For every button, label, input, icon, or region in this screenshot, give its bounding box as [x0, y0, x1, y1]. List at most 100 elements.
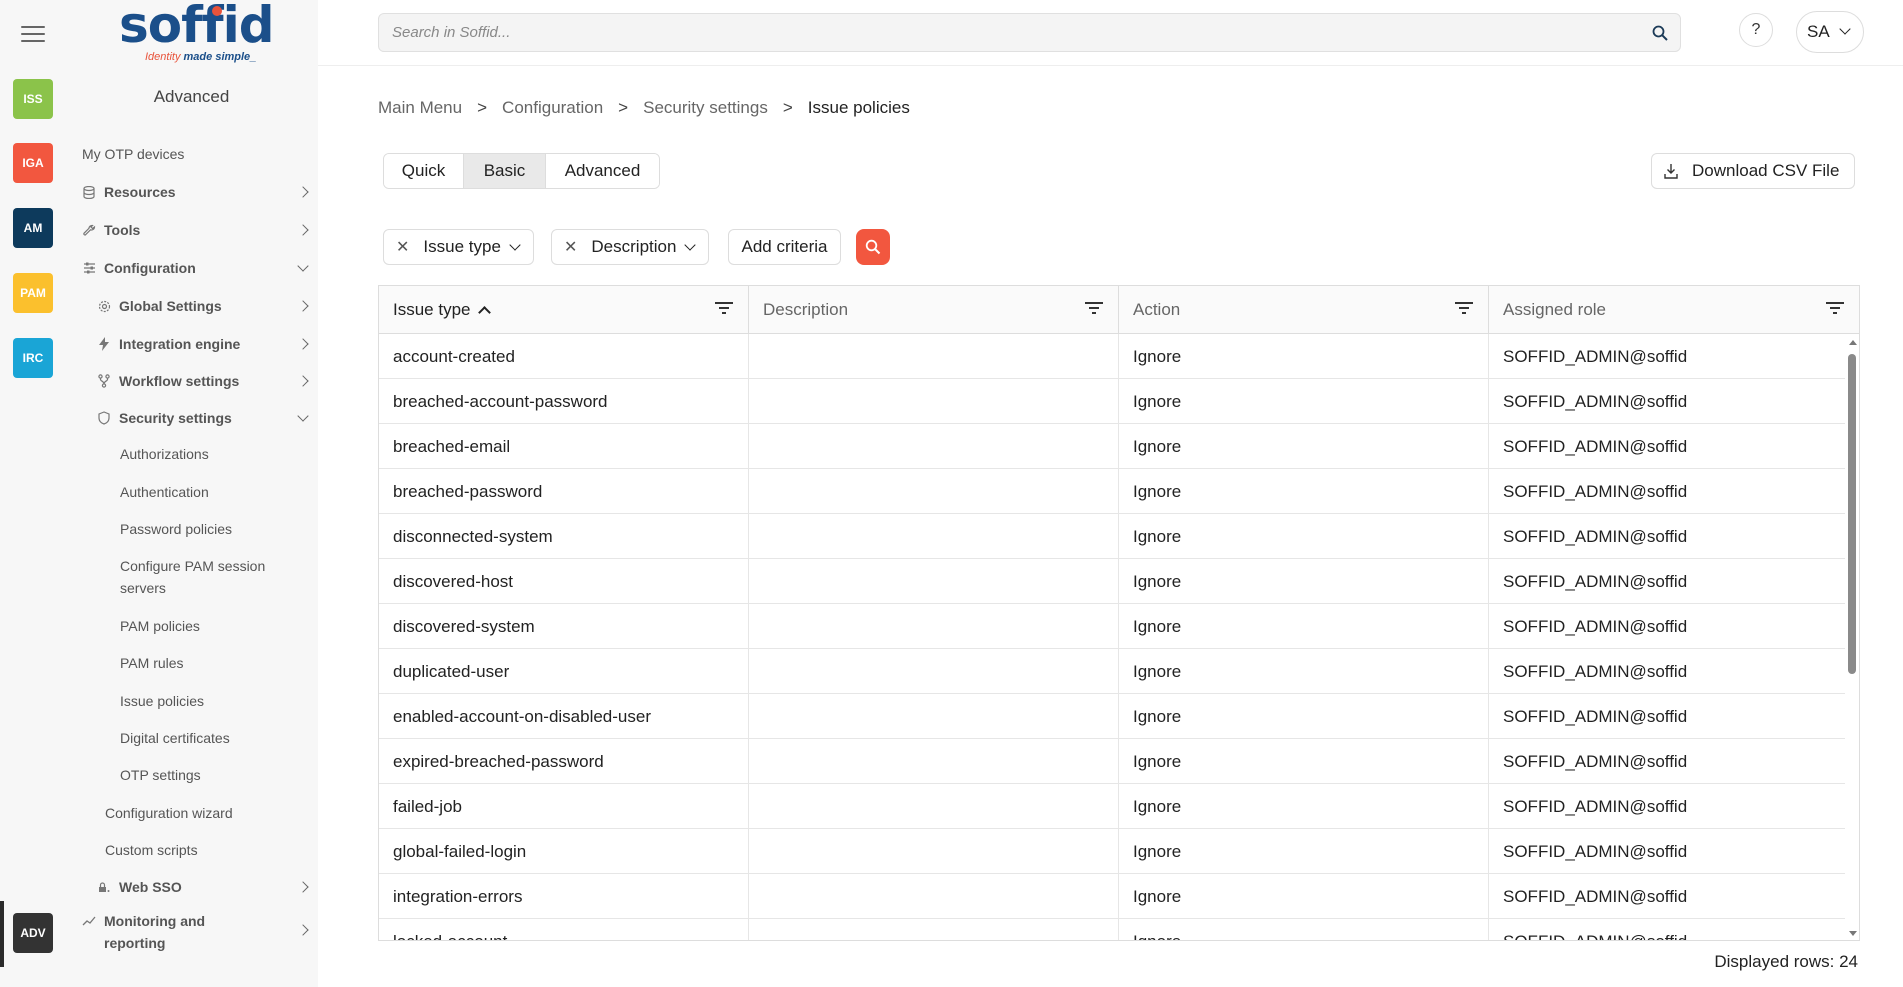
tab-quick[interactable]: Quick [384, 154, 464, 188]
user-menu-button[interactable]: SA [1796, 11, 1864, 53]
cell-assigned-role: SOFFID_ADMIN@soffid [1503, 661, 1688, 681]
add-criteria-button[interactable]: Add criteria [728, 229, 841, 265]
filter-icon[interactable] [714, 300, 734, 316]
active-app-indicator [0, 901, 4, 967]
sidebar-item-authorizations[interactable]: Authorizations [120, 437, 307, 471]
cell-issue-type: enabled-account-on-disabled-user [379, 694, 749, 739]
column-assigned-role[interactable]: Assigned role [1489, 286, 1859, 333]
scroll-down-arrow-icon[interactable] [1849, 931, 1857, 936]
table-row[interactable]: integration-errors Ignore SOFFID_ADMIN@sof… [379, 874, 1845, 919]
table-row[interactable]: enabled-account-on-disabled-user Ignore SO… [379, 694, 1845, 739]
sidebar-item-custom-scripts[interactable]: Custom scripts [105, 833, 307, 867]
help-button[interactable]: ? [1739, 13, 1773, 47]
sidebar-item-monitoring-and-reporting[interactable]: Monitoring and reporting [82, 910, 309, 956]
app-pam-button[interactable]: PAM [13, 273, 53, 313]
criteria-issue-type[interactable]: ✕ Issue type [383, 229, 534, 265]
breadcrumb-configuration[interactable]: Configuration [502, 98, 603, 118]
cell-action: Ignore [1119, 874, 1489, 919]
scrollbar-thumb[interactable] [1848, 354, 1856, 674]
filter-icon[interactable] [1084, 300, 1104, 316]
table-row[interactable]: disconnected-system Ignore SOFFID_ADMIN@so… [379, 514, 1845, 559]
sidebar-item-integration-engine[interactable]: Integration engine [97, 327, 309, 361]
header-divider [318, 65, 1903, 66]
breadcrumb-separator: > [782, 98, 793, 117]
remove-criteria-icon[interactable]: ✕ [396, 237, 409, 257]
cell-action: Ignore [1119, 514, 1489, 559]
sidebar-item-configuration-wizard[interactable]: Configuration wizard [105, 796, 307, 830]
sidebar-item-otp-settings[interactable]: OTP settings [120, 758, 307, 792]
sidebar-item-configure-pam-session-servers[interactable]: Configure PAM session servers [120, 555, 290, 599]
download-csv-button[interactable]: Download CSV File [1651, 153, 1855, 189]
sidebar-item-issue-policies[interactable]: Issue policies [120, 684, 307, 718]
cell-description [749, 379, 1119, 424]
table-row[interactable]: failed-job Ignore SOFFID_ADMIN@soffid [379, 784, 1845, 829]
sidebar-item-digital-certificates[interactable]: Digital certificates [120, 721, 307, 755]
tab-basic[interactable]: Basic [464, 154, 546, 188]
table-row[interactable]: account-created Ignore SOFFID_ADMIN@soffid [379, 334, 1845, 379]
filter-icon[interactable] [1454, 300, 1474, 316]
run-search-button[interactable] [856, 229, 890, 265]
cell-issue-type: disconnected-system [379, 514, 749, 559]
app-irc-button[interactable]: IRC [13, 338, 53, 378]
tab-advanced[interactable]: Advanced [546, 154, 659, 188]
sidebar-item-password-policies[interactable]: Password policies [120, 512, 307, 546]
table-row[interactable]: global-failed-login Ignore SOFFID_ADMIN@so… [379, 829, 1845, 874]
sidebar-item-authentication[interactable]: Authentication [120, 475, 307, 509]
search-icon[interactable] [1652, 25, 1668, 41]
cell-issue-type: account-created [379, 334, 749, 379]
logo-tagline: Identity made simple_ [145, 51, 257, 63]
sidebar-item-web-sso[interactable]: Web SSO [97, 870, 309, 904]
sidebar-item-label: Authorizations [120, 446, 209, 462]
scroll-up-arrow-icon[interactable] [1849, 340, 1857, 345]
soffid-logo[interactable]: soffid Identity made simple_ [119, 0, 275, 66]
cell-action: Ignore [1119, 424, 1489, 469]
cell-action: Ignore [1119, 649, 1489, 694]
table-row[interactable]: locked-account Ignore SOFFID_ADMIN@soffid [379, 919, 1845, 940]
cell-description [749, 514, 1119, 559]
column-description[interactable]: Description [749, 286, 1119, 333]
sidebar-item-label: Digital certificates [120, 730, 230, 746]
filter-icon[interactable] [1825, 300, 1845, 316]
issue-policies-table: Issue type Description Action Assigned r… [378, 285, 1860, 941]
sidebar-item-tools[interactable]: Tools [82, 213, 309, 247]
remove-criteria-icon[interactable]: ✕ [564, 237, 577, 257]
sidebar-item-configuration[interactable]: Configuration [82, 251, 309, 285]
table-row[interactable]: expired-breached-password Ignore SOFFID_AD… [379, 739, 1845, 784]
app-adv-button[interactable]: ADV [13, 913, 53, 953]
table-row[interactable]: breached-password Ignore SOFFID_ADMIN@soff… [379, 469, 1845, 514]
sidebar-item-pam-policies[interactable]: PAM policies [120, 609, 307, 643]
table-row[interactable]: discovered-host Ignore SOFFID_ADMIN@soffid [379, 559, 1845, 604]
column-action[interactable]: Action [1119, 286, 1489, 333]
cell-action: Ignore [1119, 829, 1489, 874]
column-label: Issue type [393, 299, 471, 319]
sidebar-item-workflow-settings[interactable]: Workflow settings [97, 364, 309, 398]
app-rail: ISS IGA AM PAM IRC ADV [0, 0, 65, 987]
app-iss-button[interactable]: ISS [13, 79, 53, 119]
hamburger-menu-icon[interactable] [21, 26, 45, 44]
cell-description [749, 739, 1119, 784]
table-row[interactable]: breached-email Ignore SOFFID_ADMIN@soffid [379, 424, 1845, 469]
sidebar-item-pam-rules[interactable]: PAM rules [120, 646, 307, 680]
table-scrollbar[interactable] [1845, 334, 1859, 940]
sidebar-item-security-settings[interactable]: Security settings [97, 401, 309, 435]
column-issue-type[interactable]: Issue type [379, 286, 749, 333]
sidebar-item-label: Integration engine [119, 336, 241, 352]
criteria-label: Description [591, 237, 677, 256]
workflow-branch-icon [97, 374, 111, 388]
global-search-input[interactable]: Search in Soffid... [378, 13, 1681, 52]
table-row[interactable]: breached-account-password Ignore SOFFID_AD… [379, 379, 1845, 424]
criteria-description[interactable]: ✕ Description [551, 229, 710, 265]
lock-icon [97, 880, 111, 894]
app-iga-button[interactable]: IGA [13, 143, 53, 183]
table-row[interactable]: discovered-system Ignore SOFFID_ADMIN@soff… [379, 604, 1845, 649]
sidebar-item-resources[interactable]: Resources [82, 175, 309, 209]
breadcrumb-security-settings[interactable]: Security settings [643, 98, 768, 118]
table-row[interactable]: duplicated-user Ignore SOFFID_ADMIN@soffid [379, 649, 1845, 694]
app-am-button[interactable]: AM [13, 208, 53, 248]
wrench-icon [82, 223, 96, 237]
sidebar-item-my-otp-devices[interactable]: My OTP devices [82, 137, 307, 171]
sidebar-item-global-settings[interactable]: Global Settings [97, 289, 309, 323]
sidebar-item-label: Web SSO [119, 879, 182, 895]
breadcrumb-main-menu[interactable]: Main Menu [378, 98, 462, 118]
chart-line-icon [82, 914, 96, 928]
